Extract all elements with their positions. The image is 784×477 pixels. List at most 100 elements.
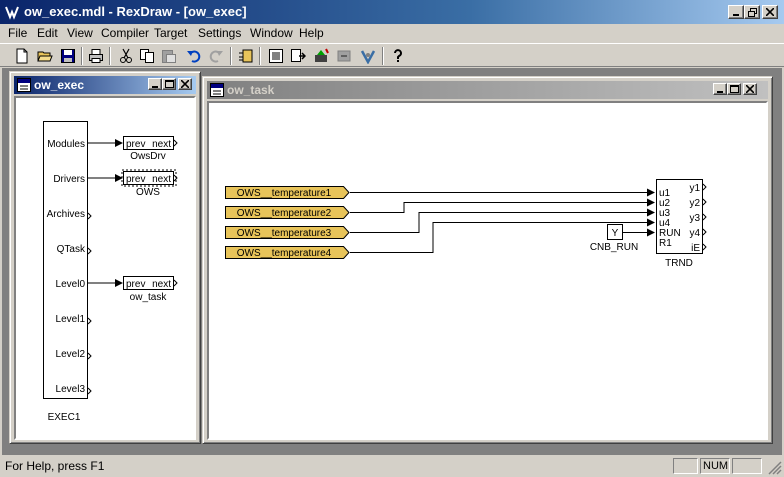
toolbar-separator [81, 47, 83, 65]
task-close-button[interactable] [743, 83, 757, 95]
task-maximize-button[interactable] [727, 83, 741, 95]
compile-icon [269, 49, 283, 63]
undo-icon [187, 50, 201, 63]
connect-button[interactable] [311, 46, 331, 66]
task-window[interactable]: ow_task OWS__temperature1 OWS__temperatu… [202, 76, 773, 444]
save-button[interactable] [58, 46, 78, 66]
close-button[interactable] [762, 5, 778, 19]
owsdrv-next-label: next [152, 139, 171, 150]
exec-port-level0: Level0 [56, 279, 86, 290]
exec-diagram-canvas[interactable]: EXEC1 Modules Drivers Archives QTask Lev… [14, 96, 196, 440]
port-arrow-icon [173, 279, 178, 287]
toolbar-separator [382, 47, 384, 65]
minimize-icon [733, 14, 739, 16]
watch-button[interactable] [358, 46, 378, 66]
ow-task-prev-label: prev [126, 279, 145, 290]
open-button[interactable] [35, 46, 55, 66]
toolbar-separator [109, 47, 111, 65]
menu-help[interactable]: Help [299, 26, 324, 40]
minimize-icon [152, 86, 158, 88]
main-title-bar[interactable]: ow_exec.mdl - RexDraw - [ow_exec] [0, 0, 784, 24]
print-button[interactable] [86, 46, 106, 66]
disconnect-button[interactable] [334, 46, 354, 66]
undo-button[interactable] [184, 46, 204, 66]
print-icon [89, 49, 103, 63]
cut-button[interactable] [116, 46, 136, 66]
menu-settings[interactable]: Settings [198, 26, 241, 40]
redo-icon [209, 50, 223, 63]
exec-window-title: ow_exec [34, 78, 85, 92]
menu-window[interactable]: Window [250, 26, 293, 40]
resize-grip-icon[interactable] [768, 461, 782, 475]
cnb-run-value: Y [612, 228, 619, 239]
window-title: ow_exec.mdl - RexDraw - [ow_exec] [24, 4, 247, 19]
rexdraw-app-icon[interactable] [4, 4, 20, 20]
ow-task-next-label: next [152, 279, 171, 290]
download-icon [291, 49, 306, 62]
status-bar: For Help, press F1 NUM [0, 455, 784, 477]
copy-icon [140, 49, 154, 63]
owsdrv-prev-label: prev [126, 139, 145, 150]
port-arrow-icon [87, 387, 92, 395]
exec-diagram: EXEC1 Modules Drivers Archives QTask Lev… [43, 121, 178, 423]
task-window-title: ow_task [227, 83, 275, 97]
help-button[interactable] [388, 46, 408, 66]
compile-button[interactable] [266, 46, 286, 66]
input-label-temperature1: OWS__temperature1 [237, 188, 332, 199]
exec-port-level3: Level3 [56, 384, 86, 395]
exec-port-level2: Level2 [56, 349, 86, 360]
trnd-input-r1: R1 [659, 238, 672, 249]
exec-window[interactable]: ow_exec EXEC1 Modules Drivers Archives Q… [9, 71, 201, 444]
cnb-run-block-name: CNB_RUN [590, 242, 638, 253]
task-minimize-button[interactable] [713, 83, 727, 95]
task-window-title-bar[interactable]: ow_task [207, 81, 768, 99]
block-library-button[interactable] [236, 46, 256, 66]
input-label-temperature2: OWS__temperature2 [237, 208, 332, 219]
connect-icon [315, 48, 329, 62]
minimize-button[interactable] [728, 5, 744, 19]
toolbar-separator [230, 47, 232, 65]
exec-port-level1: Level1 [56, 314, 86, 325]
paste-icon [162, 50, 176, 63]
block-library-icon [239, 49, 253, 63]
copy-button[interactable] [137, 46, 157, 66]
exec-minimize-button[interactable] [148, 78, 162, 90]
trnd-output-ie: iE [691, 243, 700, 254]
menu-compiler[interactable]: Compiler [101, 26, 149, 40]
menu-file[interactable]: File [8, 26, 27, 40]
mdl-document-icon [210, 83, 224, 97]
port-arrow-icon [702, 228, 707, 236]
watch-icon [360, 50, 376, 64]
maximize-icon [729, 85, 739, 93]
paste-button[interactable] [159, 46, 179, 66]
port-arrow-icon [702, 243, 707, 251]
trnd-output-y3: y3 [689, 213, 700, 224]
open-folder-icon [37, 51, 53, 62]
restore-button[interactable] [744, 5, 760, 19]
close-icon [766, 8, 774, 16]
redo-button[interactable] [206, 46, 226, 66]
trnd-output-y4: y4 [689, 228, 700, 239]
menu-target[interactable]: Target [154, 26, 187, 40]
exec-maximize-button[interactable] [162, 78, 176, 90]
mdi-client-area: ow_exec EXEC1 Modules Drivers Archives Q… [2, 68, 782, 455]
task-diagram-canvas[interactable]: OWS__temperature1 OWS__temperature2 OWS_… [207, 101, 768, 440]
input-label-temperature3: OWS__temperature3 [237, 228, 332, 239]
port-arrow-icon [87, 352, 92, 360]
minimize-icon [717, 91, 723, 93]
exec-port-modules: Modules [47, 139, 85, 150]
maximize-icon [164, 80, 174, 88]
download-button[interactable] [288, 46, 308, 66]
new-file-button[interactable] [12, 46, 32, 66]
ow-task-block-name: ow_task [130, 292, 168, 303]
exec-close-button[interactable] [178, 78, 192, 90]
connection-u2[interactable] [350, 198, 655, 213]
save-icon [61, 49, 75, 63]
status-help-text: For Help, press F1 [5, 459, 105, 473]
port-arrow-icon [702, 213, 707, 221]
toolbar-separator [259, 47, 261, 65]
menu-edit[interactable]: Edit [37, 26, 58, 40]
status-num-indicator: NUM [700, 458, 730, 474]
exec-window-title-bar[interactable]: ow_exec [14, 76, 196, 94]
menu-view[interactable]: View [67, 26, 93, 40]
